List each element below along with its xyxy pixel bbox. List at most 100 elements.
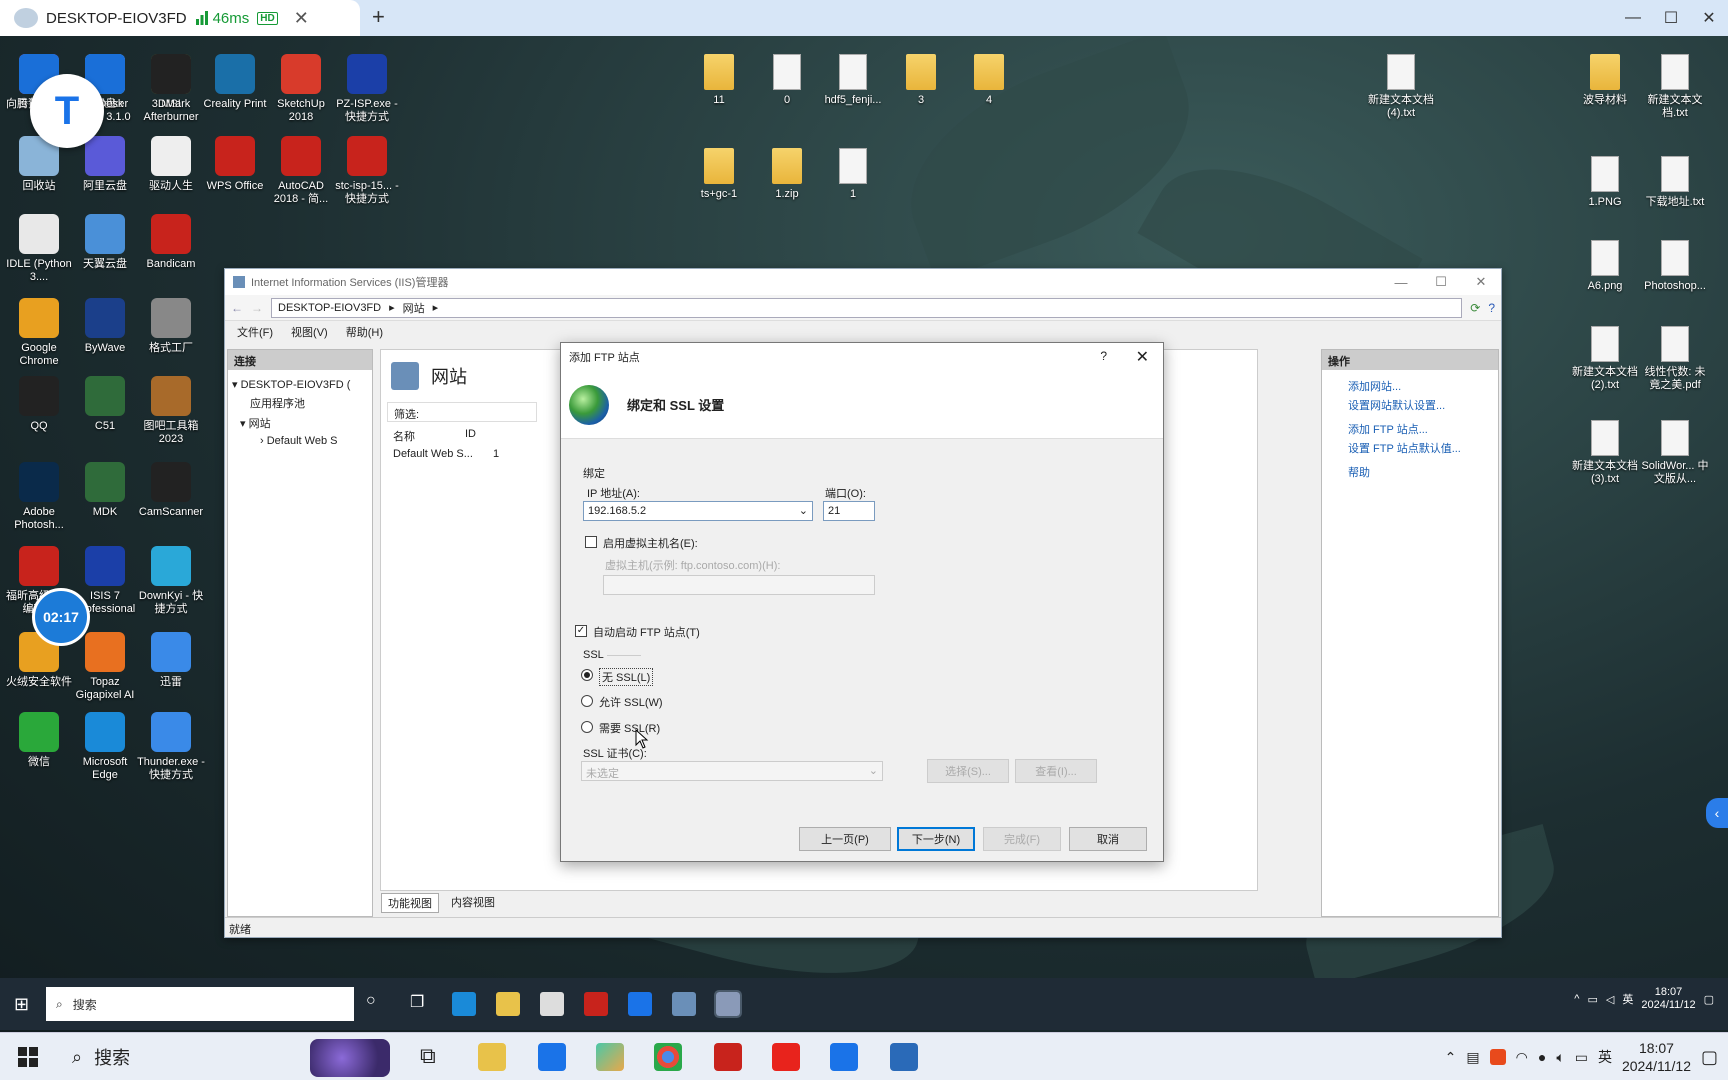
- radio-require-ssl[interactable]: [581, 721, 593, 733]
- desktop-file[interactable]: 新建文本文档 (4).txt: [1366, 54, 1436, 120]
- refresh-icon[interactable]: ⟳: [1470, 301, 1480, 315]
- chrome-icon[interactable]: [654, 1043, 682, 1071]
- cancel-button[interactable]: 取消: [1069, 827, 1147, 851]
- wifi-icon[interactable]: ◠: [1516, 1049, 1528, 1066]
- antivirus-icon[interactable]: [1489, 1049, 1506, 1065]
- desktop-file[interactable]: 波导材料: [1570, 54, 1640, 107]
- task-view-icon[interactable]: ⧉: [420, 1043, 436, 1069]
- desktop-icon[interactable]: ByWave: [70, 298, 140, 355]
- iis-minimize-button[interactable]: —: [1381, 269, 1421, 295]
- desktop-file[interactable]: 11: [684, 54, 754, 107]
- cert-select[interactable]: 未选定 ⌄: [581, 761, 883, 781]
- notification-icon[interactable]: ▢: [1704, 993, 1714, 1006]
- new-tab-button[interactable]: +: [372, 4, 385, 30]
- minimize-button[interactable]: —: [1614, 0, 1652, 36]
- feishu-icon[interactable]: [890, 1043, 918, 1071]
- todesk-icon[interactable]: [628, 992, 652, 1016]
- desktop-icon[interactable]: Topaz Gigapixel AI: [70, 632, 140, 702]
- desktop-icon[interactable]: Microsoft Edge: [70, 712, 140, 782]
- desktop-file[interactable]: hdf5_fenji...: [818, 54, 888, 107]
- desktop-icon[interactable]: WPS Office: [200, 136, 270, 193]
- desktop-icon[interactable]: 图吧工具箱 2023: [136, 376, 206, 446]
- chevron-up-icon[interactable]: ^: [1574, 993, 1579, 1005]
- close-button[interactable]: ✕: [1690, 0, 1728, 36]
- dialog-close-button[interactable]: ✕: [1136, 347, 1149, 367]
- desktop-icon[interactable]: Creality Print: [200, 54, 270, 111]
- help-icon[interactable]: ?: [1488, 301, 1495, 315]
- file-explorer-icon[interactable]: [496, 992, 520, 1016]
- microphone-icon[interactable]: ●: [1538, 1049, 1546, 1065]
- menu-view[interactable]: 视图(V): [291, 324, 328, 340]
- desktop-icon[interactable]: PZ-ISP.exe - 快捷方式: [332, 54, 402, 124]
- side-panel-toggle[interactable]: ‹: [1706, 798, 1728, 828]
- add-website-link[interactable]: 添加网站...: [1322, 376, 1498, 396]
- col-id[interactable]: ID: [465, 428, 476, 444]
- desktop-icon[interactable]: MDK: [70, 462, 140, 519]
- tab-content-view[interactable]: 内容视图: [445, 893, 501, 913]
- finish-button[interactable]: 完成(F): [983, 827, 1061, 851]
- radio-allow-ssl[interactable]: [581, 695, 593, 707]
- start-icon[interactable]: ⊞: [14, 994, 29, 1015]
- ime-indicator[interactable]: 英: [1598, 1047, 1612, 1067]
- iis-maximize-button[interactable]: ☐: [1421, 269, 1461, 295]
- desktop-file[interactable]: 新建文本文档.txt: [1640, 54, 1710, 120]
- vhost-checkbox[interactable]: [585, 536, 597, 548]
- iis-manager-icon[interactable]: [714, 990, 742, 1018]
- desktop-file[interactable]: 新建文本文档 (2).txt: [1570, 326, 1640, 392]
- desktop-icon[interactable]: Thunder.exe - 快捷方式: [136, 712, 206, 782]
- forward-arrow-icon[interactable]: →: [251, 301, 263, 315]
- tab-features-view[interactable]: 功能视图: [381, 893, 439, 913]
- desktop-icon[interactable]: DownKyi - 快捷方式: [136, 546, 206, 616]
- dialog-help-button[interactable]: ?: [1100, 349, 1107, 363]
- website-defaults-link[interactable]: 设置网站默认设置...: [1322, 396, 1498, 419]
- notification-icon[interactable]: ▢: [1701, 1047, 1718, 1068]
- add-ftp-site-link[interactable]: 添加 FTP 站点...: [1322, 419, 1498, 439]
- windows-start-icon[interactable]: [18, 1047, 38, 1067]
- previous-button[interactable]: 上一页(P): [799, 827, 891, 851]
- desktop-icon[interactable]: C51: [70, 376, 140, 433]
- ime-indicator[interactable]: 英: [1622, 991, 1633, 1007]
- desktop-icon[interactable]: 驱动人生: [136, 136, 206, 193]
- close-tab-icon[interactable]: ✕: [294, 8, 309, 29]
- menu-help[interactable]: 帮助(H): [346, 324, 383, 340]
- desktop-file[interactable]: 新建文本文档 (3).txt: [1570, 420, 1640, 486]
- col-name[interactable]: 名称: [393, 428, 415, 444]
- radio-no-ssl[interactable]: [581, 669, 593, 681]
- session-timer[interactable]: 02:17: [32, 588, 90, 646]
- breadcrumb-item[interactable]: 网站: [403, 300, 425, 316]
- edge-icon[interactable]: [452, 992, 476, 1016]
- tree-item-default-site[interactable]: › Default Web S: [232, 433, 368, 449]
- view-cert-button[interactable]: 查看(I)...: [1015, 759, 1097, 783]
- battery-icon[interactable]: ▭: [1575, 1049, 1588, 1066]
- app-icon[interactable]: [596, 1043, 624, 1071]
- desktop-file[interactable]: A6.png: [1570, 240, 1640, 293]
- desktop-file[interactable]: 1.PNG: [1570, 156, 1640, 209]
- wps-icon[interactable]: [772, 1043, 800, 1071]
- chevron-up-icon[interactable]: ⌃: [1445, 1049, 1457, 1066]
- desktop-icon[interactable]: 天翼云盘: [70, 214, 140, 271]
- clipboard-icon[interactable]: ▤: [1466, 1049, 1479, 1066]
- desktop-file[interactable]: 下载地址.txt: [1640, 156, 1710, 209]
- desktop-file[interactable]: 4: [954, 54, 1024, 107]
- desktop-icon[interactable]: 微信: [4, 712, 74, 769]
- desktop-file[interactable]: Photoshop...: [1640, 240, 1710, 293]
- breadcrumb[interactable]: DESKTOP-EIOV3FD ▸ 网站 ▸: [271, 297, 1463, 318]
- remote-search-box[interactable]: ⌕ 搜索: [46, 987, 354, 1021]
- mail-icon[interactable]: [538, 1043, 566, 1071]
- desktop-icon[interactable]: stc-isp-15... - 快捷方式: [332, 136, 402, 206]
- filter-box[interactable]: 筛选:: [387, 402, 537, 422]
- ftp-defaults-link[interactable]: 设置 FTP 站点默认值...: [1322, 439, 1498, 462]
- desktop-icon[interactable]: 格式工厂: [136, 298, 206, 355]
- desktop-icon[interactable]: CamScanner: [136, 462, 206, 519]
- breadcrumb-item[interactable]: DESKTOP-EIOV3FD: [278, 302, 381, 314]
- desktop-file[interactable]: 0: [752, 54, 822, 107]
- file-explorer-icon[interactable]: [478, 1043, 506, 1071]
- local-search-box[interactable]: ⌕ 搜索: [58, 1035, 398, 1079]
- desktop-icon[interactable]: AutoCAD 2018 - 简...: [266, 136, 336, 206]
- hd-badge[interactable]: HD: [257, 11, 278, 25]
- network-icon[interactable]: ▭: [1587, 993, 1597, 1006]
- desktop-file[interactable]: ts+gc-1: [684, 148, 754, 201]
- desktop-file[interactable]: SolidWor... 中文版从...: [1640, 420, 1710, 486]
- volume-icon[interactable]: ◁: [1606, 993, 1614, 1006]
- maximize-button[interactable]: ☐: [1652, 0, 1690, 36]
